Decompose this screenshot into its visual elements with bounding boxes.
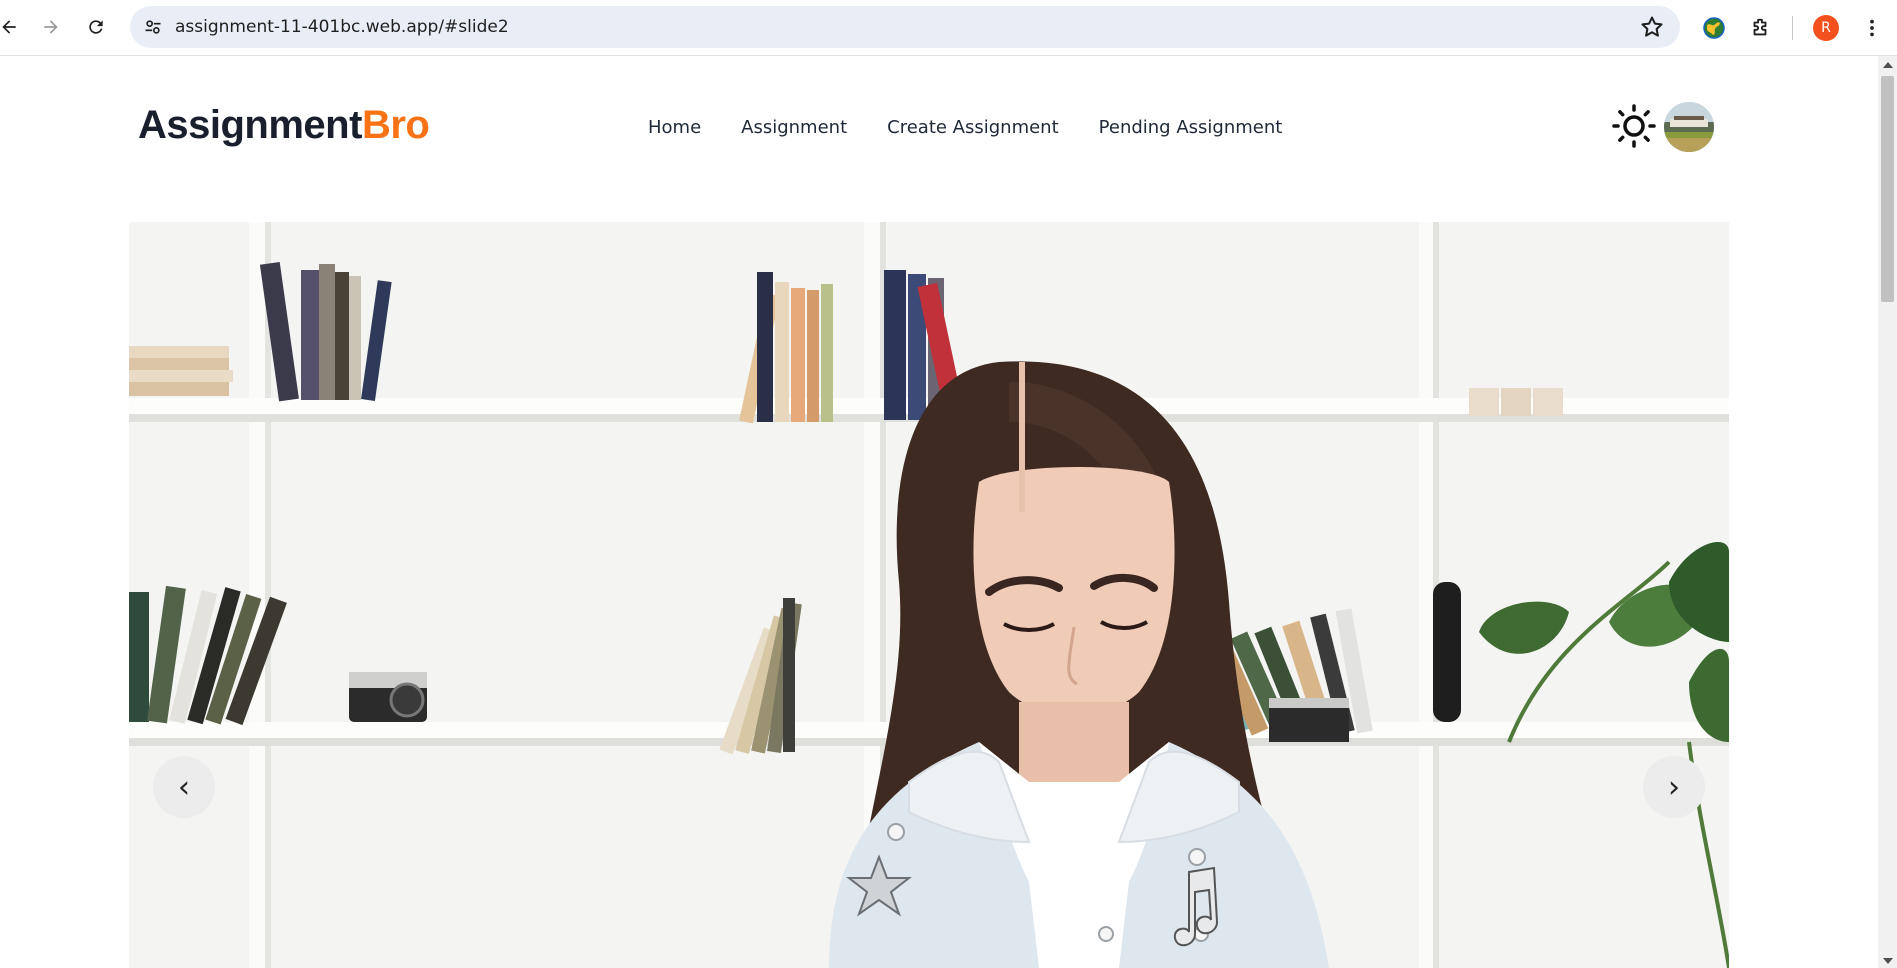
scroll-thumb[interactable] [1881,76,1894,302]
nav-home[interactable]: Home [648,117,701,138]
chevron-left-icon: ‹ [178,769,190,805]
scroll-down-arrow-icon[interactable] [1883,958,1893,964]
back-button[interactable] [0,10,26,44]
page-scrollbar[interactable] [1878,56,1897,968]
reload-button[interactable] [79,10,113,44]
url-text[interactable]: assignment-11-401bc.web.app/#slide2 [175,6,509,48]
main-nav: Home Assignment Create Assignment Pendin… [648,117,1282,138]
user-avatar[interactable] [1664,102,1714,152]
forward-button[interactable] [34,10,68,44]
nav-pending-assignment[interactable]: Pending Assignment [1099,117,1283,138]
carousel-prev-button[interactable]: ‹ [153,756,215,818]
scroll-up-arrow-icon[interactable] [1883,62,1893,68]
toolbar-separator [1792,16,1793,40]
arrow-right-icon [44,20,58,34]
bookmark-star-icon[interactable] [1640,15,1664,39]
address-bar[interactable]: assignment-11-401bc.web.app/#slide2 [130,6,1680,48]
extensions-puzzle-icon[interactable] [1744,12,1776,44]
extension-globe-icon[interactable] [1698,12,1730,44]
sun-icon[interactable] [1612,104,1656,148]
logo-text-accent: Bro [361,103,430,147]
hero-carousel: ‹ › [129,222,1729,968]
carousel-next-button[interactable]: › [1643,756,1705,818]
logo-text-primary: Assignment [138,103,362,147]
site-settings-icon[interactable] [140,14,166,40]
nav-create-assignment[interactable]: Create Assignment [887,117,1059,138]
profile-button[interactable]: R [1810,12,1842,44]
reload-icon [89,20,103,34]
browser-toolbar: assignment-11-401bc.web.app/#slide2 R [0,0,1897,56]
site-logo[interactable]: AssignmentBro [138,103,430,148]
arrow-left-icon [2,20,16,34]
hero-slide-image [129,222,1729,968]
nav-assignment[interactable]: Assignment [741,117,847,138]
profile-avatar: R [1813,15,1839,41]
more-menu-icon[interactable] [1856,12,1888,44]
chevron-right-icon: › [1668,769,1680,805]
